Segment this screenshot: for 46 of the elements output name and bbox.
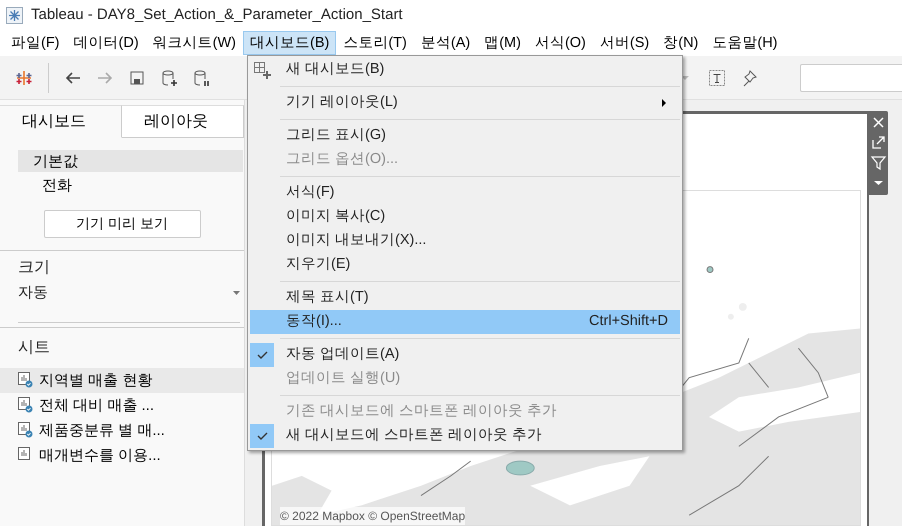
menu-option[interactable]: 제목 표시(T) <box>250 286 680 310</box>
menu-option[interactable]: 그리드 표시(G) <box>250 124 680 148</box>
device-item[interactable]: 전화 <box>18 174 243 196</box>
menu-option[interactable]: 새 대시보드에 스마트폰 레이아웃 추가 <box>250 424 680 448</box>
app-icon <box>6 6 23 24</box>
sheet-in-use-icon <box>18 397 33 413</box>
menu-item[interactable]: 도움말(H) <box>705 31 785 55</box>
menu-option[interactable]: 이미지 복사(C) <box>250 205 680 229</box>
sheet-item[interactable]: 전체 대비 매출 ... <box>0 392 244 418</box>
device-preview-button[interactable]: 기기 미리 보기 <box>44 210 200 238</box>
size-label: 크기 <box>18 258 50 278</box>
sheet-icon <box>18 447 33 463</box>
menu-item[interactable]: 창(N) <box>656 31 706 55</box>
caret-icon <box>681 76 689 80</box>
menu-option[interactable]: 지우기(E) <box>250 253 680 277</box>
menu-option[interactable]: 서식(F) <box>250 181 680 205</box>
sheet-item[interactable]: 제품중분류 별 매... <box>0 418 244 442</box>
menu-item[interactable]: 맵(M) <box>477 31 528 55</box>
menu-item[interactable]: 대시보드(B) <box>243 31 336 55</box>
sheet-item[interactable]: 매개변수를 이용... <box>0 442 244 468</box>
menu-option[interactable]: 기기 레이아웃(L) <box>250 91 680 115</box>
caret-icon <box>233 291 240 296</box>
menu-item[interactable]: 파일(F) <box>4 31 67 55</box>
menu-item[interactable]: 데이터(D) <box>66 31 146 55</box>
menu-item[interactable]: 서버(S) <box>592 31 656 55</box>
text-object-icon <box>707 68 727 88</box>
search-field[interactable] <box>800 64 902 92</box>
menu-item[interactable]: 스토리(T) <box>336 31 414 55</box>
sheet-in-use-icon <box>18 372 33 388</box>
sheets-label: 시트 <box>18 338 50 358</box>
menu-item[interactable]: 서식(O) <box>528 31 593 55</box>
new-dashboard-icon <box>252 60 272 80</box>
panel-tab[interactable]: 레이아웃 <box>122 105 244 138</box>
size-dropdown[interactable]: 자동 <box>18 282 240 304</box>
menu-item[interactable]: 분석(A) <box>414 31 478 55</box>
submenu-arrow-icon <box>662 99 666 107</box>
window-title: Tableau - DAY8_Set_Action_&_Parameter_Action_Start <box>31 4 403 25</box>
sheet-item[interactable]: 지역별 매출 현황 <box>0 368 244 392</box>
menu-option[interactable]: 자동 업데이트(A) <box>250 343 680 367</box>
menu-item[interactable]: 워크시트(W) <box>146 31 243 55</box>
panel-tab[interactable]: 대시보드 <box>0 105 122 138</box>
sheet-in-use-icon <box>18 422 33 438</box>
map-attribution: © 2022 Mapbox © OpenStreetMap <box>280 507 466 525</box>
menu-option[interactable]: 이미지 내보내기(X)... <box>250 229 680 253</box>
menu-option[interactable]: 동작(I)... Ctrl+Shift+D <box>250 310 680 334</box>
device-item[interactable]: 기본값 <box>18 150 243 172</box>
